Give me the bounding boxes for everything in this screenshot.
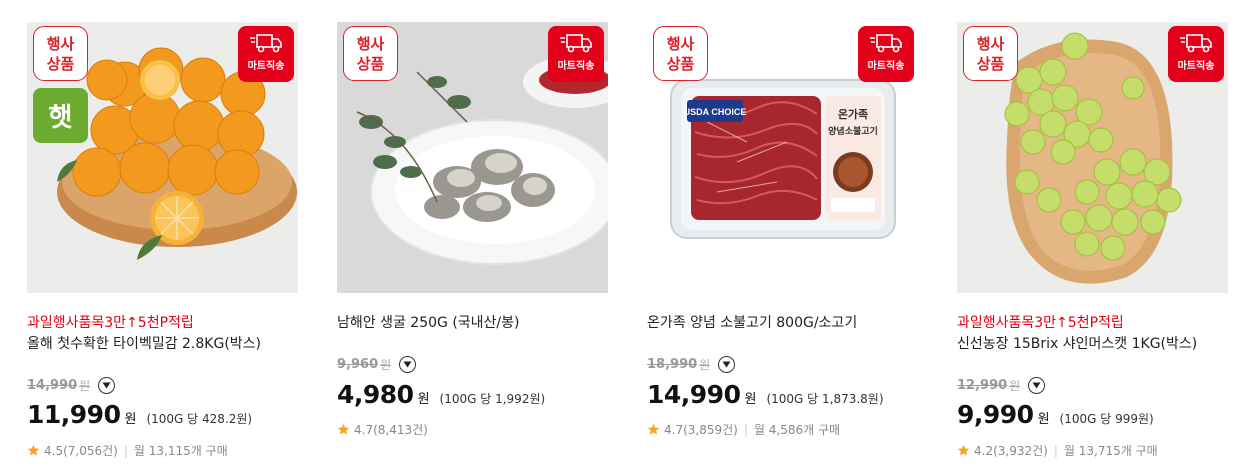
chevron-down-icon — [1032, 382, 1041, 389]
divider: | — [123, 443, 128, 458]
package-label-line1: 온가족 — [838, 107, 868, 121]
rating-row: 4.5 (7,056건) | 월 13,115개 구매 — [27, 442, 228, 459]
original-price-unit: 원 — [1009, 379, 1021, 393]
original-price-unit: 원 — [79, 379, 91, 393]
price-unit: 원 — [124, 412, 137, 427]
delivery-badge: 마트직송 — [858, 26, 914, 82]
chevron-down-icon — [102, 382, 111, 389]
chevron-down-icon — [403, 361, 412, 368]
price-detail-toggle[interactable] — [718, 356, 736, 373]
rating-value: 4.7 — [354, 422, 374, 437]
original-price: 9,960 — [337, 357, 379, 372]
product-image[interactable]: 행사 상품 마트직송 — [337, 22, 608, 293]
original-price-unit: 원 — [380, 358, 392, 372]
product-title[interactable]: 신선농장 15Brix 샤인머스캣 1KG(박스) — [957, 333, 1197, 353]
price-row: 11,990 원 (100G 당 428.2원) — [27, 400, 252, 429]
delivery-truck-icon — [250, 34, 282, 53]
product-title[interactable]: 남해안 생굴 250G (국내산/봉) — [337, 312, 519, 332]
delivery-badge: 마트직송 — [548, 26, 604, 82]
event-badge: 행사 상품 — [343, 26, 398, 81]
rating-value: 4.5 — [44, 443, 64, 458]
price-detail-toggle[interactable] — [98, 377, 116, 394]
promo-text: 과일행사품목3만↑5천P적립 — [957, 315, 1124, 331]
product-title[interactable]: 올해 첫수확한 타이벡밀감 2.8KG(박스) — [27, 333, 261, 353]
event-badge: 행사 상품 — [963, 26, 1018, 81]
price-row: 9,990 원 (100G 당 999원) — [957, 400, 1154, 429]
sale-price: 4,980 — [337, 380, 414, 409]
rating-row: 4.2 (3,932건) | 월 13,715개 구매 — [957, 442, 1158, 459]
product-image[interactable]: USDA CHOICE 온가족 양념소불고기 행사 상품 마트직송 — [647, 22, 918, 293]
original-price-row: 12,990 원 — [957, 377, 1046, 394]
star-icon — [647, 423, 660, 435]
package-label-line2: 양념소불고기 — [828, 125, 878, 137]
price-detail-toggle[interactable] — [1028, 377, 1046, 394]
divider: | — [743, 422, 748, 437]
product-card[interactable]: 행사 상품 마트직송 과일행사품목3만↑5천P적립 신선농장 15Brix 샤인… — [957, 22, 1228, 468]
delivery-truck-icon — [1180, 34, 1212, 53]
delivery-badge: 마트직송 — [1168, 26, 1224, 82]
unit-price: (100G 당 1,873.8원) — [766, 392, 884, 406]
price-row: 14,990 원 (100G 당 1,873.8원) — [647, 380, 884, 409]
promo-text: 과일행사품목3만↑5천P적립 — [27, 315, 194, 331]
rating-value: 4.2 — [974, 443, 994, 458]
review-count[interactable]: (3,932건) — [993, 442, 1048, 459]
delivery-truck-icon — [560, 34, 592, 53]
unit-price: (100G 당 1,992원) — [439, 392, 546, 406]
product-card[interactable]: 행사 상품 마트직송 남해안 생굴 250G (국내산/봉) 9,960 원 4… — [337, 22, 608, 468]
star-icon — [337, 423, 350, 435]
rating-row: 4.7 (8,413건) — [337, 421, 428, 438]
product-card[interactable]: USDA CHOICE 온가족 양념소불고기 행사 상품 마트직송 온가족 양념… — [647, 22, 918, 468]
delivery-truck-icon — [870, 34, 902, 53]
delivery-badge: 마트직송 — [238, 26, 294, 82]
chevron-down-icon — [722, 361, 731, 368]
price-unit: 원 — [417, 392, 430, 407]
original-price-unit: 원 — [699, 358, 711, 372]
original-price-row: 9,960 원 — [337, 356, 417, 373]
monthly-purchases: 월 4,586개 구매 — [753, 423, 841, 437]
unit-price: (100G 당 999원) — [1059, 412, 1154, 426]
product-title[interactable]: 온가족 양념 소불고기 800G/소고기 — [647, 312, 857, 332]
sale-price: 14,990 — [647, 380, 741, 409]
price-unit: 원 — [744, 392, 757, 407]
product-card[interactable]: 행사 상품 햇 마트직송 과일행사품목3만↑5천P적립 올해 첫수확한 타이벡밀… — [27, 22, 298, 468]
price-row: 4,980 원 (100G 당 1,992원) — [337, 380, 545, 409]
divider: | — [1053, 443, 1058, 458]
event-badge: 행사 상품 — [653, 26, 708, 81]
review-count[interactable]: (7,056건) — [63, 442, 118, 459]
original-price-row: 14,990 원 — [27, 377, 116, 394]
rating-row: 4.7 (3,859건) | 월 4,586개 구매 — [647, 421, 840, 438]
original-price-row: 18,990 원 — [647, 356, 736, 373]
review-count[interactable]: (3,859건) — [683, 421, 738, 438]
sale-price: 11,990 — [27, 400, 121, 429]
star-icon — [27, 444, 40, 456]
product-image[interactable]: 행사 상품 마트직송 — [957, 22, 1228, 293]
monthly-purchases: 월 13,715개 구매 — [1063, 444, 1158, 458]
rating-value: 4.7 — [664, 422, 684, 437]
star-icon — [957, 444, 970, 456]
price-detail-toggle[interactable] — [399, 356, 417, 373]
price-unit: 원 — [1037, 412, 1050, 427]
fresh-badge: 햇 — [33, 88, 88, 143]
original-price: 14,990 — [27, 378, 78, 393]
original-price: 18,990 — [647, 357, 698, 372]
package-brand: USDA CHOICE — [684, 107, 747, 117]
monthly-purchases: 월 13,115개 구매 — [133, 444, 228, 458]
sale-price: 9,990 — [957, 400, 1034, 429]
original-price: 12,990 — [957, 378, 1008, 393]
event-badge: 행사 상품 — [33, 26, 88, 81]
unit-price: (100G 당 428.2원) — [146, 412, 253, 426]
product-image[interactable]: 행사 상품 햇 마트직송 — [27, 22, 298, 293]
review-count[interactable]: (8,413건) — [373, 421, 428, 438]
